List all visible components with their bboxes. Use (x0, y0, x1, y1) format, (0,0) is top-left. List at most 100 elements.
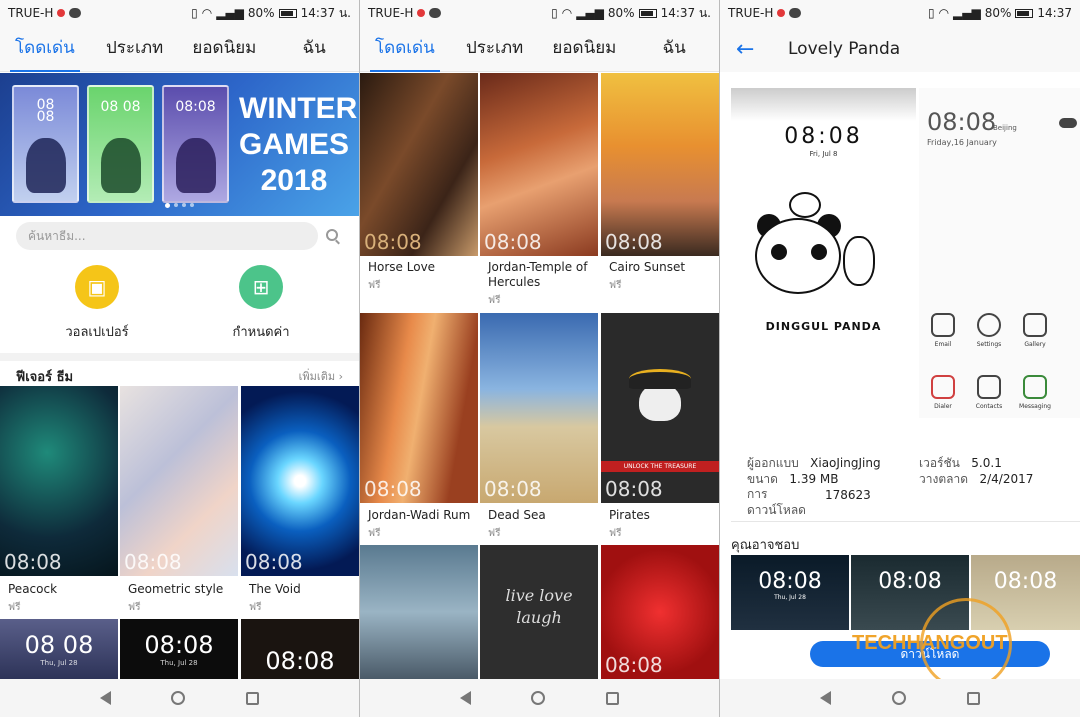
customize-label: กำหนดค่า (232, 325, 290, 340)
theme-name: Peacock (8, 582, 58, 596)
preview-date: Fri, Jul 8 (809, 150, 838, 158)
thumb-clock: 08:08 (605, 230, 663, 254)
pirate-hat-icon (629, 369, 691, 389)
recents-nav-icon[interactable] (605, 691, 619, 705)
email-icon (931, 313, 955, 337)
vibrate-icon: ▯ (191, 6, 198, 20)
thumb-clock: 08:08 (484, 230, 542, 254)
theme-thumb-dead-sea[interactable]: 08:08 (480, 313, 598, 503)
home-nav-icon[interactable] (531, 691, 546, 705)
thumb-clock: 08:08 (124, 550, 182, 574)
back-nav-icon[interactable] (820, 691, 832, 705)
app-messaging: Messaging (1013, 375, 1057, 410)
theme-thumb-lantern[interactable]: 08:08 (601, 545, 719, 679)
back-nav-icon[interactable] (460, 691, 472, 705)
preview-label: DINGGUL PANDA (765, 320, 882, 333)
tab-categories[interactable]: ประเภท (450, 26, 540, 72)
banner-card-clock: 08 08 (36, 97, 55, 125)
side-panda-illustration (843, 236, 875, 286)
homescreen-preview[interactable]: 08:08 Beijing Friday,16 January Email Se… (919, 88, 1080, 418)
back-nav-icon[interactable] (100, 691, 112, 705)
watermark-text: TECHHANGOUT (852, 632, 1008, 654)
theme-price: ฟรี (8, 602, 21, 613)
featured-panel: TRUE-H ▯ ◠ ▂▄▆ 80% 14:37 น. โดดเด่น ประเภท ย… (0, 0, 359, 717)
theme-price: ฟรี (609, 528, 622, 539)
tab-me[interactable]: ฉัน (629, 26, 719, 72)
theme-title: Lovely Panda (788, 39, 901, 59)
signal-icon: ▂▄▆ (953, 6, 981, 20)
tab-popular[interactable]: ยอดนิยม (180, 26, 270, 72)
recents-nav-icon[interactable] (245, 691, 259, 705)
wifi-icon: ◠ (201, 6, 213, 20)
lockscreen-preview[interactable]: 08:08 Fri, Jul 8 DINGGUL PANDA (731, 88, 916, 418)
theme-thumb-void[interactable]: 08:08 (241, 386, 359, 576)
theme-thumb-row2-2[interactable]: 08:08 Thu, Jul 28 (120, 619, 238, 679)
theme-name: Pirates (609, 508, 650, 522)
carrier-label: TRUE-H (8, 6, 54, 20)
theme-name: Geometric style (128, 582, 224, 596)
search-input[interactable]: ค้นหาธีม... (16, 222, 318, 250)
theme-name: Cairo Sunset (609, 260, 686, 274)
status-bar: TRUE-H ▯ ◠ ▂▄▆ 80% 14:37 (720, 0, 1080, 26)
clock: 14:37 (1037, 6, 1072, 20)
vibrate-icon: ▯ (927, 6, 935, 20)
theme-thumb-wadi-rum[interactable]: 08:08 (360, 313, 478, 503)
theme-thumb-live-love-laugh[interactable]: live love laugh (480, 545, 598, 679)
tab-bar: โดดเด่น ประเภท ยอดนิยม ฉัน (360, 26, 719, 72)
tab-categories[interactable]: ประเภท (90, 26, 180, 72)
wallpaper-shortcut[interactable]: ▣ วอลเปเปอร์ (27, 265, 167, 342)
app-settings: Settings (967, 313, 1011, 348)
winter-games-banner[interactable]: 08 08 08 08 08:08 WINTER GAMES 2018 (0, 73, 359, 216)
battery-icon (278, 8, 297, 18)
tab-featured[interactable]: โดดเด่น (360, 26, 450, 72)
downloads-row: การ ดาวน์โหลด (747, 487, 806, 517)
back-arrow-icon[interactable]: ← (736, 37, 772, 62)
nav-bar (720, 679, 1080, 717)
theme-price: ฟรี (249, 602, 262, 613)
search-icon[interactable] (326, 229, 338, 241)
status-bar: TRUE-H ▯ ◠ ▂▄▆ 80% 14:37 น. (0, 0, 359, 26)
tab-me[interactable]: ฉัน (269, 26, 359, 72)
home-nav-icon[interactable] (891, 691, 906, 705)
app-dialer: Dialer (921, 375, 965, 410)
suggested-theme[interactable]: 08:08 Thu, Jul 28 (731, 555, 849, 630)
theme-thumb-peacock[interactable]: 08:08 (0, 386, 118, 576)
theme-detail-panel: TRUE-H ▯ ◠ ▂▄▆ 80% 14:37 ← Lovely Panda 08:0… (720, 0, 1080, 717)
contacts-icon (977, 375, 1001, 399)
theme-thumb-jordan-temple[interactable]: 08:08 (480, 73, 598, 256)
customize-shortcut[interactable]: ⊞ กำหนดค่า (191, 265, 331, 342)
more-link[interactable]: เพิ่มเติม › (299, 367, 343, 385)
app-contacts: Contacts (967, 375, 1011, 410)
thumb-clock: 08:08 (605, 477, 663, 501)
tab-featured[interactable]: โดดเด่น (0, 26, 90, 72)
wifi-icon: ◠ (561, 6, 573, 20)
banner-pager (165, 203, 194, 208)
small-panda-illustration (789, 192, 821, 218)
home-nav-icon[interactable] (171, 691, 186, 705)
theme-thumb-forest[interactable] (360, 545, 478, 679)
line-icon (69, 8, 82, 18)
theme-thumb-horse-love[interactable]: 08:08 (360, 73, 478, 256)
theme-thumb-pirates[interactable]: UNLOCK THE TREASURE 08:08 (601, 313, 719, 503)
skijumper-figure (176, 138, 216, 193)
theme-thumb-geometric[interactable]: 08:08 (120, 386, 238, 576)
battery-percent: 80% (247, 6, 275, 20)
theme-price: ฟรี (488, 528, 501, 539)
tab-popular[interactable]: ยอดนิยม (540, 26, 630, 72)
thumb-clock: 08:08 (245, 550, 303, 574)
thumb-clock: 08:08 (364, 477, 422, 501)
theme-thumb-row2-1[interactable]: 08 08 Thu, Jul 28 (0, 619, 118, 679)
featured-themes-header: ฟีเจอร์ ธีม เพิ่มเติม › (0, 353, 359, 385)
theme-price: ฟรี (609, 280, 622, 291)
theme-thumb-cairo-sunset[interactable]: 08:08 (601, 73, 719, 256)
wallpaper-label: วอลเปเปอร์ (65, 325, 129, 340)
carrier-label: TRUE-H (728, 6, 774, 20)
recents-nav-icon[interactable] (966, 691, 980, 705)
theme-price: ฟรี (488, 295, 501, 306)
banner-card-hockey: 08 08 (12, 85, 79, 203)
theme-thumb-row2-3[interactable]: 08:08 (241, 619, 359, 679)
line-icon (429, 8, 442, 18)
banner-card-clock: 08:08 (175, 99, 216, 115)
app-email: Email (921, 313, 965, 348)
gallery-icon (1023, 313, 1047, 337)
